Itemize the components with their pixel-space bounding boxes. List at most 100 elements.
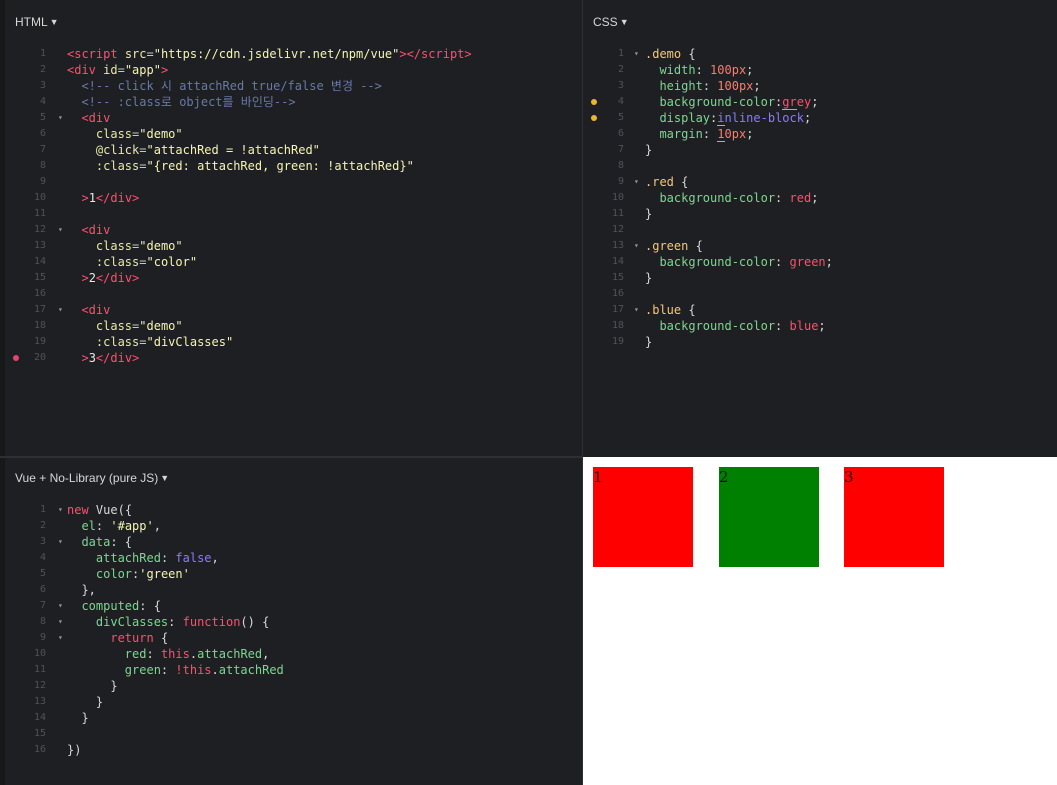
fold-arrow-icon[interactable]: ▾ (634, 174, 639, 190)
code-line[interactable]: 18 background-color: blue; (583, 318, 1057, 334)
code-text: <div (81, 223, 111, 237)
code-line[interactable]: 9 ▾ return { (5, 630, 582, 646)
code-line[interactable]: 12 } (5, 678, 582, 694)
code-line[interactable]: 6 margin: 10px; (583, 126, 1057, 142)
code-line[interactable]: 14 background-color: green; (583, 254, 1057, 270)
code-line[interactable]: 3 height: 100px; (583, 78, 1057, 94)
code-line[interactable]: 11 green: !this.attachRed (5, 662, 582, 678)
code-line[interactable]: 10 red: this.attachRed, (5, 646, 582, 662)
code-line[interactable]: 5 display:inline-block; (583, 110, 1057, 126)
code-line[interactable]: 7 @click="attachRed = !attachRed" (5, 142, 582, 158)
code-line[interactable]: 2 el: '#app', (5, 518, 582, 534)
line-number: 19 (33, 336, 46, 347)
code-line[interactable]: 4 attachRed: false, (5, 550, 582, 566)
code-line[interactable]: 12 ▾ <div (5, 222, 582, 238)
horizontal-splitter[interactable] (0, 456, 583, 458)
code-text: class="demo" (95, 239, 183, 253)
code-text: } (645, 207, 653, 221)
code-line[interactable]: 13 } (5, 694, 582, 710)
html-editor-pane: HTML ▼ 1 <script src="https://cdn.jsdelivr… (5, 2, 582, 456)
caret-down-icon[interactable]: ▼ (50, 17, 59, 27)
js-pane-header[interactable]: Vue + No-Library (pure JS) ▼ (5, 458, 582, 498)
code-line[interactable]: 16}) (5, 742, 582, 758)
code-text: } (95, 695, 104, 709)
code-line[interactable]: 15 >2</div> (5, 270, 582, 286)
code-line[interactable]: 4 background-color:grey; (583, 94, 1057, 110)
code-line[interactable]: 1 ▾ .demo { (583, 46, 1057, 62)
code-line[interactable]: 8 (583, 158, 1057, 174)
code-line[interactable]: 8 :class="{red: attachRed, green: !attac… (5, 158, 582, 174)
code-line[interactable]: 5 ▾ <div (5, 110, 582, 126)
fold-arrow-icon[interactable]: ▾ (58, 110, 63, 126)
code-line[interactable]: 7} (583, 142, 1057, 158)
code-line[interactable]: 16 (583, 286, 1057, 302)
fold-arrow-icon[interactable]: ▾ (58, 502, 63, 518)
line-number: 17 (33, 304, 46, 315)
code-line[interactable]: 8 ▾ divClasses: function() { (5, 614, 582, 630)
code-line[interactable]: 15 (5, 726, 582, 742)
line-number: 9 (39, 632, 46, 643)
code-text: :class="color" (95, 255, 198, 269)
fold-arrow-icon[interactable]: ▾ (58, 302, 63, 318)
demo-box-3[interactable]: 3 (844, 467, 944, 567)
code-text: } (81, 711, 89, 725)
html-pane-header[interactable]: HTML ▼ (5, 2, 582, 42)
code-line[interactable]: 11} (583, 206, 1057, 222)
code-line[interactable]: 7 ▾ computed: { (5, 598, 582, 614)
demo-box-1[interactable]: 1 (593, 467, 693, 567)
code-line[interactable]: 19} (583, 334, 1057, 350)
fold-arrow-icon[interactable]: ▾ (58, 598, 63, 614)
js-code-area[interactable]: 1 ▾ new Vue({2 el: '#app', 3 ▾ data: {4 atta… (5, 502, 582, 758)
demo-box-label: 1 (593, 468, 603, 486)
code-line[interactable]: 6 }, (5, 582, 582, 598)
code-line[interactable]: 19 :class="divClasses" (5, 334, 582, 350)
code-line[interactable]: 5 color:'green' (5, 566, 582, 582)
code-line[interactable]: 17 ▾ <div (5, 302, 582, 318)
code-line[interactable]: 20 >3</div> (5, 350, 582, 366)
code-line[interactable]: 1 ▾ new Vue({ (5, 502, 582, 518)
code-line[interactable]: 3 <!-- click 시 attachRed true/false 변경 -… (5, 78, 582, 94)
code-line[interactable]: 10 >1</div> (5, 190, 582, 206)
code-line[interactable]: 9 ▾ .red { (583, 174, 1057, 190)
fold-arrow-icon[interactable]: ▾ (58, 534, 63, 550)
code-line[interactable]: 6 class="demo" (5, 126, 582, 142)
css-pane-header[interactable]: CSS ▼ (583, 2, 1057, 42)
html-code-area[interactable]: 1 <script src="https://cdn.jsdelivr.net/n… (5, 46, 582, 366)
code-line[interactable]: 17 ▾ .blue { (583, 302, 1057, 318)
code-line[interactable]: 9 (5, 174, 582, 190)
caret-down-icon[interactable]: ▼ (160, 473, 169, 483)
code-line[interactable]: 1 <script src="https://cdn.jsdelivr.net/n… (5, 46, 582, 62)
code-text: .demo { (645, 47, 696, 61)
line-number: 11 (611, 208, 624, 219)
caret-down-icon[interactable]: ▼ (620, 17, 629, 27)
code-text: .green { (645, 239, 703, 253)
code-line[interactable]: 14 } (5, 710, 582, 726)
code-line[interactable]: 12 (583, 222, 1057, 238)
code-line[interactable]: 15} (583, 270, 1057, 286)
code-line[interactable]: 18 class="demo" (5, 318, 582, 334)
demo-box-2[interactable]: 2 (719, 467, 819, 567)
code-line[interactable]: 16 (5, 286, 582, 302)
css-code-area[interactable]: 1 ▾ .demo {2 width: 100px; 3 height: 100px;… (583, 46, 1057, 350)
code-line[interactable]: 2 <div id="app"> (5, 62, 582, 78)
fold-arrow-icon[interactable]: ▾ (634, 302, 639, 318)
line-number: 5 (39, 112, 46, 123)
line-number: 13 (33, 240, 46, 251)
code-line[interactable]: 11 (5, 206, 582, 222)
vertical-splitter[interactable] (582, 0, 583, 785)
code-line[interactable]: 4 <!-- :class로 object를 바인딩--> (5, 94, 582, 110)
code-text: >3</div> (81, 351, 140, 365)
fold-arrow-icon[interactable]: ▾ (58, 614, 63, 630)
fold-arrow-icon[interactable]: ▾ (58, 222, 63, 238)
fold-arrow-icon[interactable]: ▾ (634, 46, 639, 62)
fold-arrow-icon[interactable]: ▾ (634, 238, 639, 254)
fold-arrow-icon[interactable]: ▾ (58, 630, 63, 646)
code-line[interactable]: 10 background-color: red; (583, 190, 1057, 206)
html-pane-title: HTML (15, 15, 48, 29)
code-line[interactable]: 13 class="demo" (5, 238, 582, 254)
code-line[interactable]: 2 width: 100px; (583, 62, 1057, 78)
code-line[interactable]: 13 ▾ .green { (583, 238, 1057, 254)
code-line[interactable]: 14 :class="color" (5, 254, 582, 270)
code-line[interactable]: 3 ▾ data: { (5, 534, 582, 550)
code-text: >1</div> (81, 191, 140, 205)
